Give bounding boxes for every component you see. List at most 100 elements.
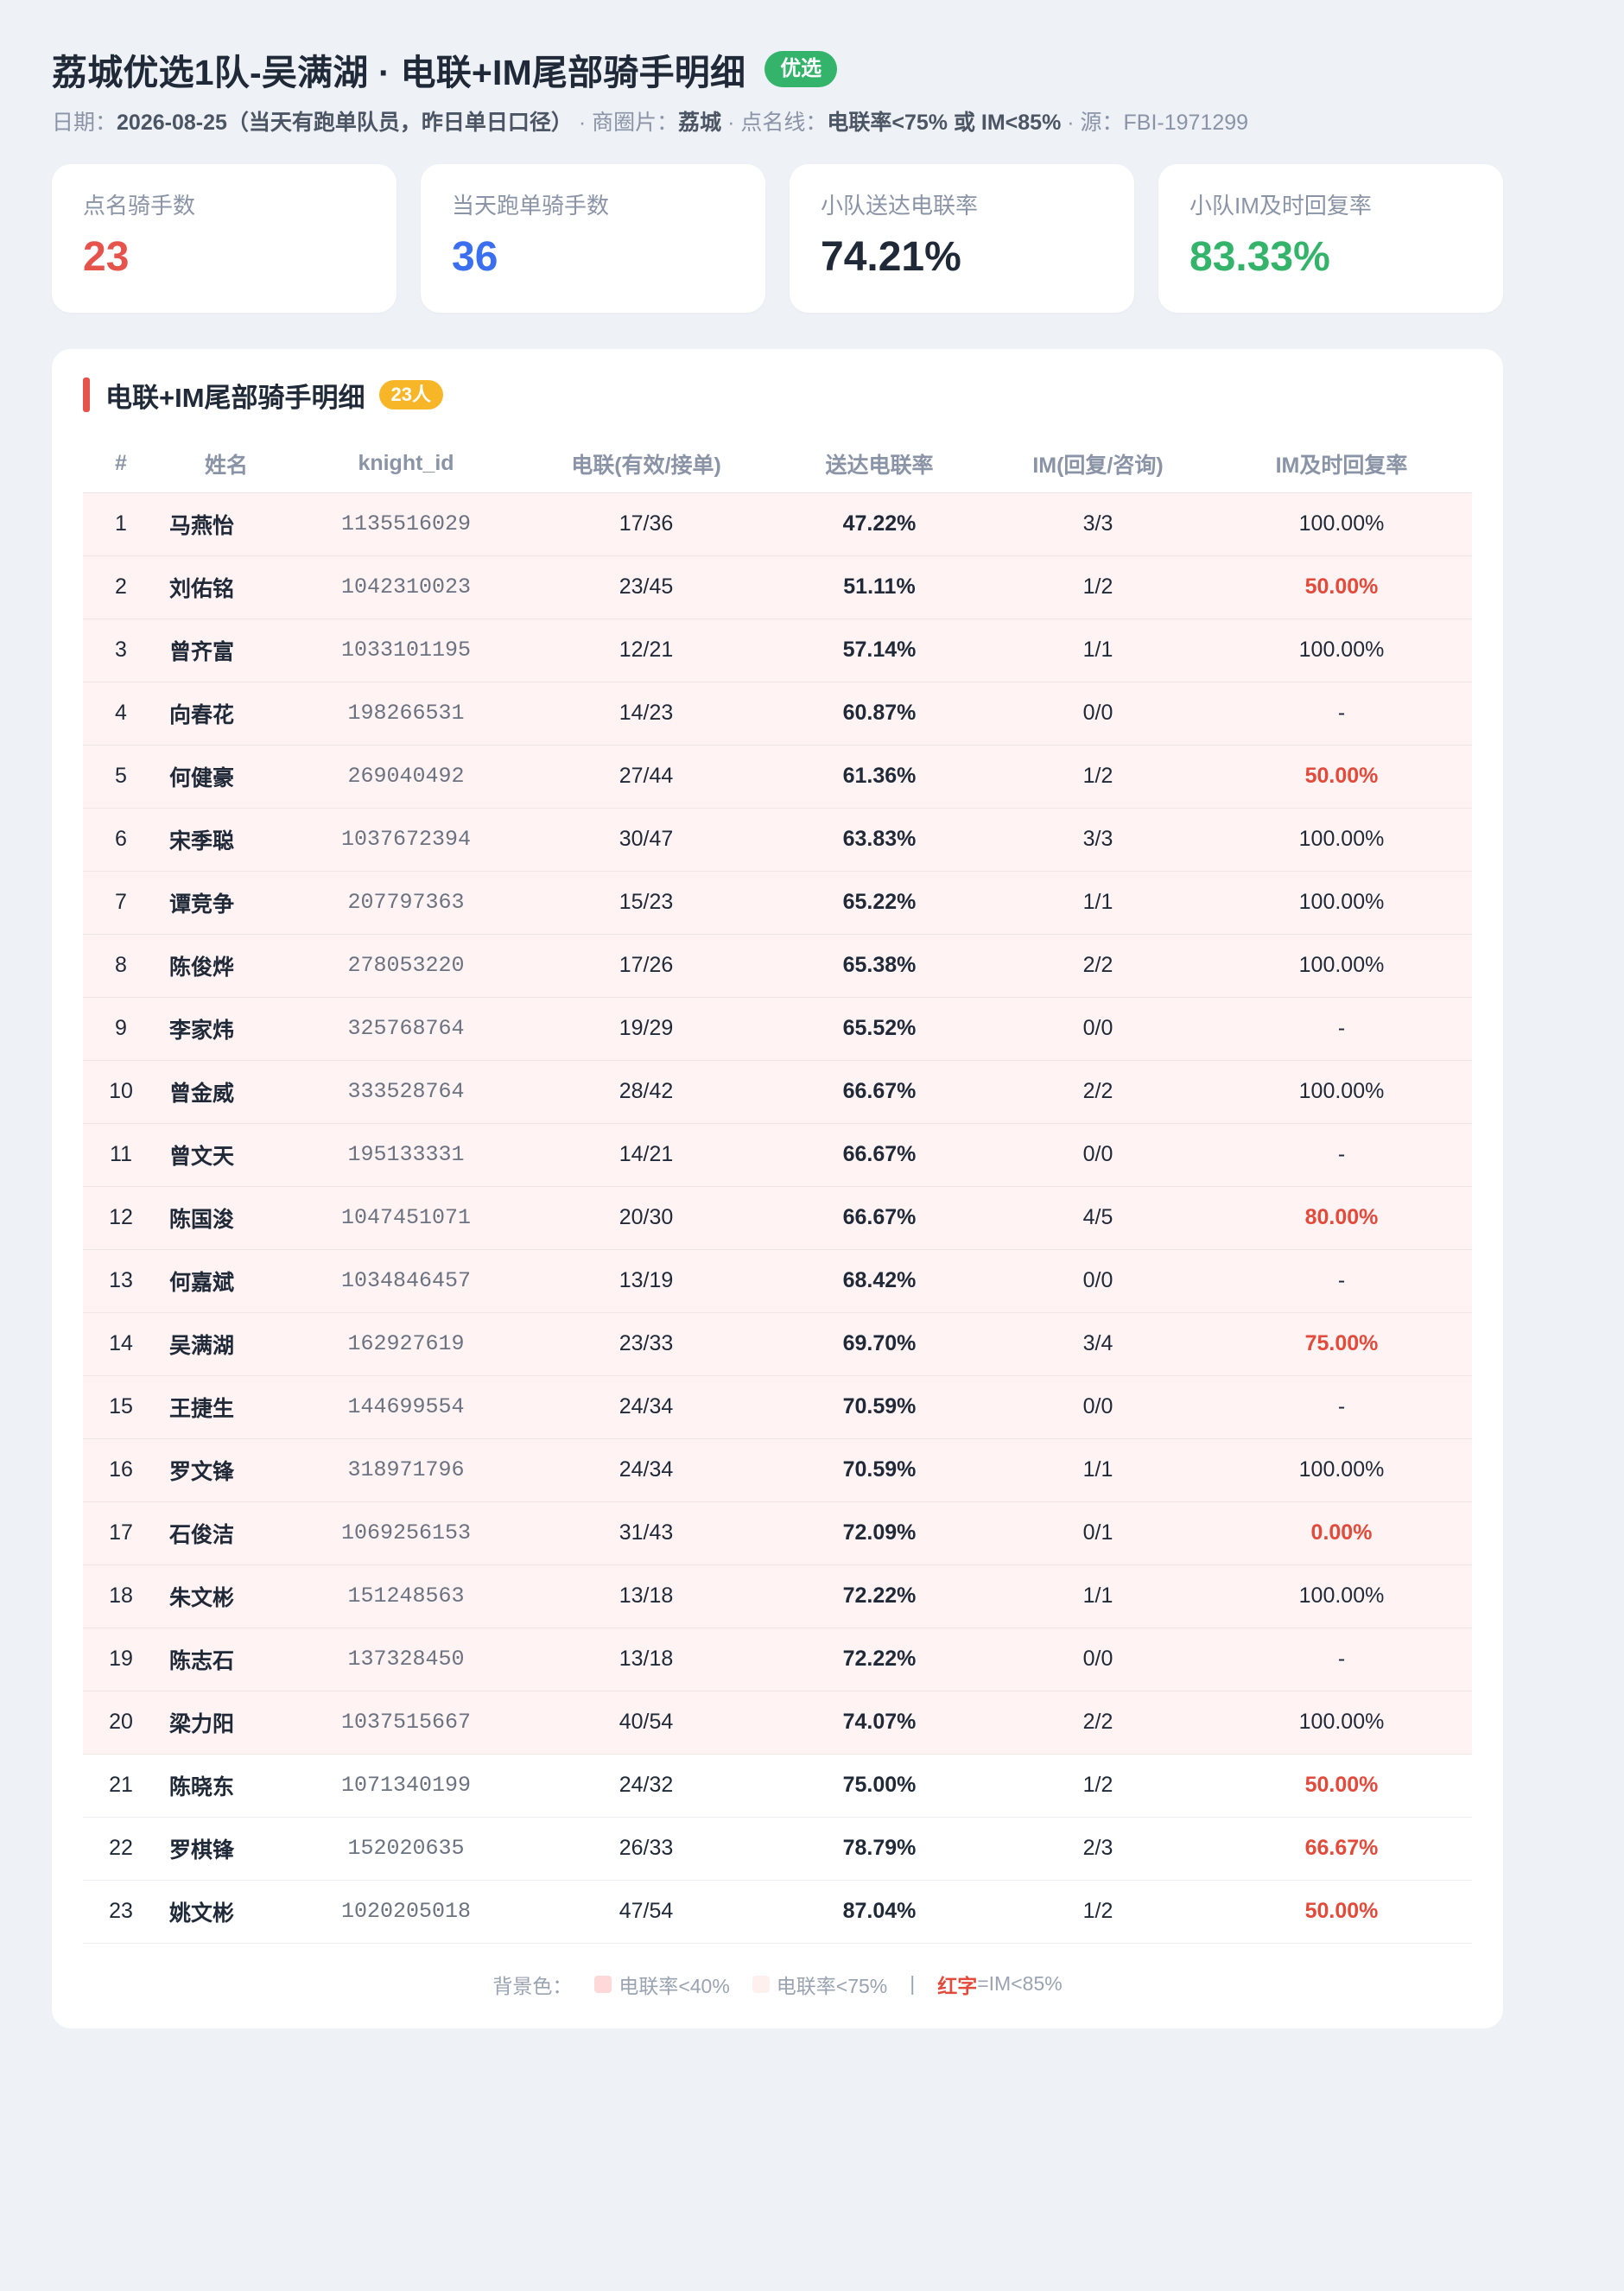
cell-im: 3/3 <box>985 808 1211 872</box>
cell-call-rate: 75.00% <box>774 1754 985 1818</box>
cell-im: 3/4 <box>985 1312 1211 1376</box>
cell-im: 2/2 <box>985 1060 1211 1124</box>
cell-call-rate: 69.70% <box>774 1312 985 1376</box>
card-active-riders: 当天跑单骑手数 36 <box>421 164 765 313</box>
col-header-call[interactable]: 电联(有效/接单) <box>518 435 774 493</box>
table-row[interactable]: 16 罗文锋 318971796 24/34 70.59% 1/1 100.00% <box>83 1438 1472 1502</box>
col-header-im[interactable]: IM(回复/咨询) <box>985 435 1211 493</box>
table-row[interactable]: 19 陈志石 137328450 13/18 72.22% 0/0- <box>83 1628 1472 1691</box>
cell-index: 17 <box>83 1501 159 1565</box>
cell-im: 0/1 <box>985 1501 1211 1565</box>
table-row[interactable]: 12 陈国浚 1047451071 20/30 66.67% 4/5 80.00% <box>83 1186 1472 1250</box>
legend: 背景色： 电联率<40% 电联率<75% | 红字 =IM<85% <box>83 1970 1472 1999</box>
cell-im: 1/1 <box>985 1438 1211 1502</box>
threshold-value: 电联率<75% 或 IM<85% <box>827 111 1062 135</box>
cell-name: 石俊洁 <box>159 1501 294 1565</box>
cell-call-rate: 63.83% <box>774 808 985 872</box>
cell-name: 宋季聪 <box>159 808 294 872</box>
cell-name: 何健豪 <box>159 745 294 809</box>
legend-item-mid: 电联率<75% <box>776 1974 888 1997</box>
cell-call: 30/47 <box>518 808 774 872</box>
cell-call: 40/54 <box>518 1691 774 1755</box>
panel-header: 电联+IM尾部骑手明细 23人 <box>83 377 1472 413</box>
cell-index: 8 <box>83 934 159 998</box>
cell-im-rate: - <box>1211 682 1472 746</box>
card-label: 当天跑单骑手数 <box>452 193 610 219</box>
cell-knight-id: 198266531 <box>294 682 518 746</box>
col-header-index[interactable]: # <box>83 435 159 493</box>
col-header-im-rate[interactable]: IM及时回复率 <box>1211 435 1472 493</box>
table-row[interactable]: 10 曾金威 333528764 28/42 66.67% 2/2 100.00% <box>83 1060 1472 1124</box>
cell-call-rate: 70.59% <box>774 1375 985 1439</box>
title-row: 荔城优选1队-吴满湖 · 电联+IM尾部骑手明细 优选 <box>52 43 1503 95</box>
table-row[interactable]: 5 何健豪 269040492 27/44 61.36% 1/2 50.00% <box>83 745 1472 809</box>
cell-index: 7 <box>83 871 159 935</box>
cell-call: 27/44 <box>518 745 774 809</box>
cell-call-rate: 74.07% <box>774 1691 985 1755</box>
cell-im: 2/2 <box>985 1691 1211 1755</box>
table-row[interactable]: 13 何嘉斌 1034846457 13/19 68.42% 0/0- <box>83 1249 1472 1313</box>
summary-cards: 点名骑手数 23 当天跑单骑手数 36 小队送达电联率 74.21% 小队IM及… <box>52 164 1503 313</box>
table-row[interactable]: 14 吴满湖 162927619 23/33 69.70% 3/4 75.00% <box>83 1312 1472 1376</box>
col-header-knight-id[interactable]: knight_id <box>294 435 518 493</box>
legend-separator: | <box>910 1972 916 1995</box>
col-header-name[interactable]: 姓名 <box>159 435 294 493</box>
table-row[interactable]: 17 石俊洁 1069256153 31/43 72.09% 0/1 0.00% <box>83 1501 1472 1565</box>
table-row[interactable]: 4 向春花 198266531 14/23 60.87% 0/0- <box>83 682 1472 746</box>
cell-index: 14 <box>83 1312 159 1376</box>
cell-index: 10 <box>83 1060 159 1124</box>
cell-call-rate: 70.59% <box>774 1438 985 1502</box>
table-row[interactable]: 2 刘佑铭 1042310023 23/45 51.11% 1/2 50.00% <box>83 555 1472 619</box>
cell-call-rate: 66.67% <box>774 1123 985 1187</box>
table-row[interactable]: 3 曾齐富 1033101195 12/21 57.14% 1/1 100.00% <box>83 619 1472 682</box>
table-row[interactable]: 11 曾文天 195133331 14/21 66.67% 0/0- <box>83 1123 1472 1187</box>
card-value: 36 <box>452 234 498 280</box>
table-row[interactable]: 15 王捷生 144699554 24/34 70.59% 0/0- <box>83 1375 1472 1439</box>
col-header-call-rate[interactable]: 送达电联率 <box>774 435 985 493</box>
table-row[interactable]: 22 罗棋锋 152020635 26/33 78.79% 2/3 66.67% <box>83 1817 1472 1881</box>
table-row[interactable]: 1 马燕怡 1135516029 17/36 47.22% 3/3 100.00% <box>83 492 1472 556</box>
table-row[interactable]: 18 朱文彬 151248563 13/18 72.22% 1/1 100.00% <box>83 1564 1472 1628</box>
table-row[interactable]: 20 梁力阳 1037515667 40/54 74.07% 2/2 100.00% <box>83 1691 1472 1755</box>
table-row[interactable]: 6 宋季聪 1037672394 30/47 63.83% 3/3 100.00% <box>83 808 1472 872</box>
cell-im: 0/0 <box>985 1628 1211 1691</box>
rider-table: # 姓名 knight_id 电联(有效/接单) 送达电联率 IM(回复/咨询)… <box>83 435 1472 1944</box>
table-row[interactable]: 8 陈俊烨 278053220 17/26 65.38% 2/2 100.00% <box>83 934 1472 998</box>
cell-knight-id: 325768764 <box>294 997 518 1061</box>
cell-knight-id: 152020635 <box>294 1817 518 1881</box>
card-value: 83.33% <box>1189 234 1330 280</box>
date-label: 日期： <box>52 111 117 135</box>
cell-call: 19/29 <box>518 997 774 1061</box>
table-row[interactable]: 9 李家炜 325768764 19/29 65.52% 0/0- <box>83 997 1472 1061</box>
cell-name: 陈俊烨 <box>159 934 294 998</box>
cell-name: 刘佑铭 <box>159 555 294 619</box>
cell-call-rate: 72.22% <box>774 1564 985 1628</box>
cell-im-rate: 100.00% <box>1211 1060 1472 1124</box>
cell-knight-id: 1071340199 <box>294 1754 518 1818</box>
cell-index: 4 <box>83 682 159 746</box>
cell-index: 3 <box>83 619 159 682</box>
table-row[interactable]: 7 谭竞争 207797363 15/23 65.22% 1/1 100.00% <box>83 871 1472 935</box>
cell-knight-id: 195133331 <box>294 1123 518 1187</box>
cell-im-rate: - <box>1211 1375 1472 1439</box>
cell-index: 21 <box>83 1754 159 1818</box>
card-called-riders: 点名骑手数 23 <box>52 164 396 313</box>
cell-index: 18 <box>83 1564 159 1628</box>
cell-call-rate: 68.42% <box>774 1249 985 1313</box>
cell-call: 47/54 <box>518 1880 774 1944</box>
cell-index: 19 <box>83 1628 159 1691</box>
cell-call-rate: 66.67% <box>774 1186 985 1250</box>
table-row[interactable]: 23 姚文彬 1020205018 47/54 87.04% 1/2 50.00% <box>83 1880 1472 1944</box>
cell-knight-id: 1033101195 <box>294 619 518 682</box>
cell-im: 0/0 <box>985 1375 1211 1439</box>
cell-im-rate: 50.00% <box>1211 555 1472 619</box>
cell-call-rate: 51.11% <box>774 555 985 619</box>
cell-im-rate: - <box>1211 1249 1472 1313</box>
legend-swatch-low <box>594 1975 612 1993</box>
cell-knight-id: 1042310023 <box>294 555 518 619</box>
cell-call-rate: 60.87% <box>774 682 985 746</box>
cell-name: 陈志石 <box>159 1628 294 1691</box>
card-label: 点名骑手数 <box>83 193 196 219</box>
cell-knight-id: 1037672394 <box>294 808 518 872</box>
table-row[interactable]: 21 陈晓东 1071340199 24/32 75.00% 1/2 50.00% <box>83 1754 1472 1818</box>
